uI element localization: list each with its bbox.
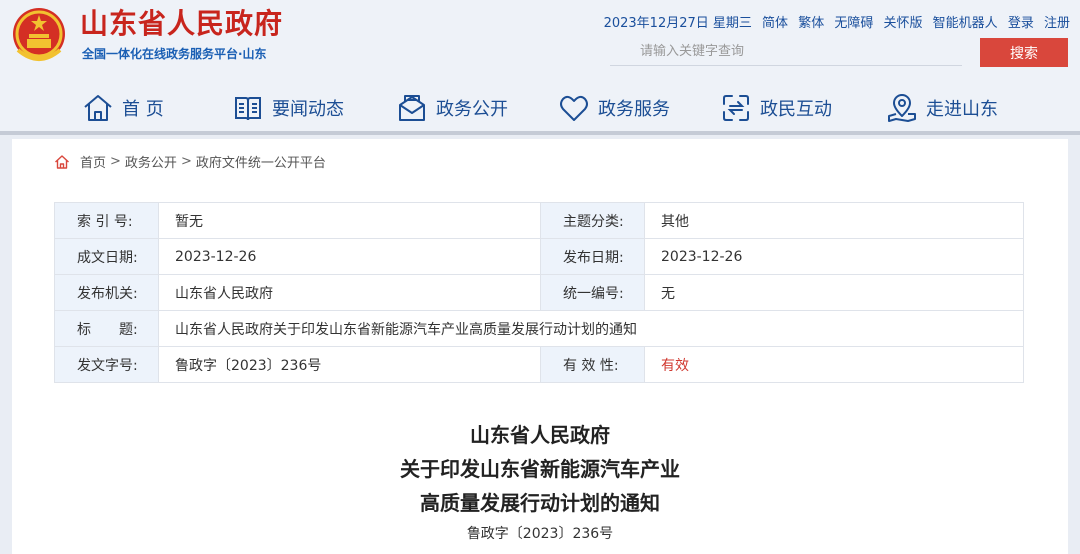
envelope-icon — [399, 95, 425, 121]
nav-item-about-shandong[interactable]: 走进山东 — [886, 88, 998, 128]
simplified-chinese-link[interactable]: 简体 — [762, 16, 788, 31]
interaction-icon — [723, 95, 749, 121]
title-label: 标 题: — [54, 310, 159, 347]
publish-date-label: 发布日期: — [540, 238, 645, 275]
current-date: 2023年12月27日 星期三 — [603, 16, 752, 31]
nav-label: 走进山东 — [926, 99, 998, 120]
document-title-line-3: 高质量发展行动计划的通知 — [420, 491, 660, 515]
unified-number-label: 统一编号: — [540, 274, 645, 311]
document-number-value: 鲁政字〔2023〕236号 — [158, 346, 541, 383]
smart-robot-link[interactable]: 智能机器人 — [933, 16, 998, 31]
index-number-value: 暂无 — [158, 202, 541, 239]
nav-label: 政民互动 — [760, 99, 832, 120]
table-row: 标 题: 山东省人民政府关于印发山东省新能源汽车产业高质量发展行动计划的通知 — [54, 310, 1024, 347]
nav-item-interaction[interactable]: 政民互动 — [720, 88, 832, 128]
publish-date-value: 2023-12-26 — [644, 238, 1024, 275]
accessibility-link[interactable]: 无障碍 — [834, 16, 873, 31]
search-input[interactable] — [610, 38, 962, 65]
breadcrumb-separator: > — [180, 154, 192, 169]
document-number-label: 发文字号: — [54, 346, 159, 383]
nav-item-home[interactable]: 首 页 — [82, 88, 164, 128]
breadcrumb-separator: > — [110, 154, 121, 169]
document-number: 鲁政字〔2023〕236号 — [466, 526, 614, 542]
elderly-mode-link[interactable]: 关怀版 — [884, 16, 923, 31]
title-value: 山东省人民政府关于印发山东省新能源汽车产业高质量发展行动计划的通知 — [158, 310, 1024, 347]
nav-label: 政务服务 — [598, 99, 670, 120]
site-header: 山东省人民政府 全国一体化在线政务服务平台·山东 2023年12月27日 星期三… — [0, 0, 1080, 135]
breadcrumb-home[interactable]: 首页 — [80, 152, 106, 171]
written-date-label: 成文日期: — [54, 238, 159, 275]
issuing-authority-value: 山东省人民政府 — [158, 274, 541, 311]
site-title[interactable]: 山东省人民政府 — [80, 6, 283, 42]
validity-value: 有效 — [644, 346, 1024, 383]
home-icon[interactable] — [54, 154, 70, 170]
issuing-authority-label: 发布机关: — [54, 274, 159, 311]
document-meta-table: 索 引 号: 暂无 主题分类: 其他 成文日期: 2023-12-26 发布日期… — [54, 202, 1024, 383]
table-row: 发文字号: 鲁政字〔2023〕236号 有 效 性: 有效 — [54, 346, 1024, 383]
nav-label: 要闻动态 — [272, 99, 344, 120]
subject-category-label: 主题分类: — [540, 202, 645, 239]
document-title-line-2: 关于印发山东省新能源汽车产业 — [400, 457, 680, 481]
home-icon — [84, 95, 112, 121]
breadcrumb-gov-affairs-public[interactable]: 政务公开 — [125, 152, 177, 171]
login-link[interactable]: 登录 — [1008, 16, 1034, 31]
validity-label: 有 效 性: — [540, 346, 645, 383]
nav-item-gov-affairs-public[interactable]: 政务公开 — [396, 88, 508, 128]
breadcrumb: 首页 > 政务公开 > 政府文件统一公开平台 — [54, 152, 326, 171]
index-number-label: 索 引 号: — [54, 202, 159, 239]
register-link[interactable]: 注册 — [1044, 16, 1070, 31]
table-row: 发布机关: 山东省人民政府 统一编号: 无 — [54, 274, 1024, 311]
nav-label: 首 页 — [122, 99, 164, 120]
site-subtitle: 全国一体化在线政务服务平台·山东 — [82, 47, 267, 61]
nav-item-news[interactable]: 要闻动态 — [232, 88, 344, 128]
document-title-line-1: 山东省人民政府 — [470, 423, 610, 447]
subject-category-value: 其他 — [644, 202, 1024, 239]
table-row: 索 引 号: 暂无 主题分类: 其他 — [54, 202, 1024, 239]
search-box — [610, 38, 962, 66]
location-icon — [888, 94, 916, 122]
heart-icon — [560, 95, 588, 121]
national-emblem-icon[interactable] — [10, 6, 68, 66]
search-button[interactable]: 搜索 — [980, 38, 1068, 67]
traditional-chinese-link[interactable]: 繁体 — [798, 16, 824, 31]
breadcrumb-gov-documents-platform[interactable]: 政府文件统一公开平台 — [196, 152, 326, 171]
top-links: 2023年12月27日 星期三 简体 繁体 无障碍 关怀版 智能机器人 登录 注… — [604, 12, 1070, 31]
nav-item-gov-services[interactable]: 政务服务 — [558, 88, 670, 128]
unified-number-value: 无 — [644, 274, 1024, 311]
written-date-value: 2023-12-26 — [158, 238, 541, 275]
table-row: 成文日期: 2023-12-26 发布日期: 2023-12-26 — [54, 238, 1024, 275]
main-nav: 首 页 要闻动态 政务公开 政务服务 政民互动 走进山东 — [0, 80, 1080, 135]
news-icon — [235, 97, 261, 121]
content-panel: 首页 > 政务公开 > 政府文件统一公开平台 索 引 号: 暂无 主题分类: 其… — [12, 139, 1068, 554]
nav-label: 政务公开 — [436, 99, 508, 120]
